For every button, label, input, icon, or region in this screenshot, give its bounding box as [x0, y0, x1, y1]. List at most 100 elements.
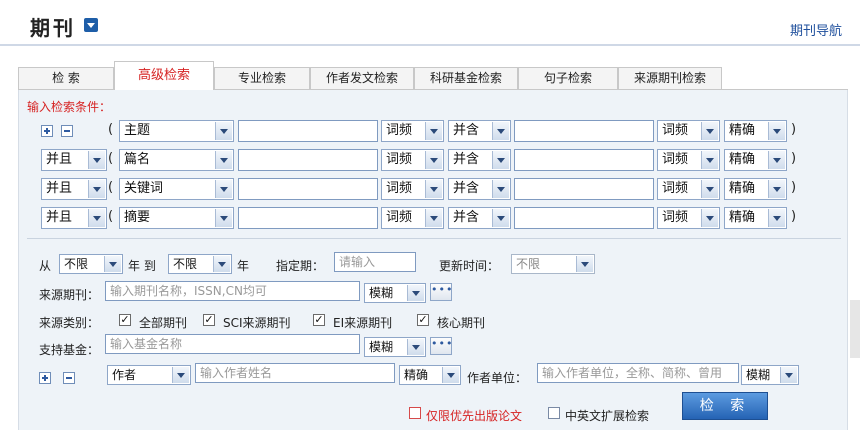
priority-publish-checkbox[interactable] [409, 407, 421, 419]
freq-select-4b[interactable]: 词频 [657, 207, 720, 229]
join-select-4[interactable]: 并含 [448, 207, 511, 229]
add-row-icon[interactable] [41, 125, 53, 137]
close-paren: ) [791, 151, 797, 166]
freq-select-2b[interactable]: 词频 [657, 149, 720, 171]
chevron-down-icon [425, 151, 442, 169]
source-journal-input[interactable] [105, 281, 360, 301]
close-paren: ) [791, 122, 797, 137]
chevron-down-icon [701, 180, 718, 198]
source-match-select[interactable]: 模糊 [364, 283, 426, 303]
tab-basic-search[interactable]: 检 索 [18, 67, 114, 90]
tab-professional-search[interactable]: 专业检索 [214, 67, 310, 90]
logic-select-4[interactable]: 并且 [41, 207, 107, 229]
chevron-down-icon [425, 180, 442, 198]
keyword-input-3a[interactable] [238, 178, 378, 200]
freq-select-1a[interactable]: 词频 [381, 120, 444, 142]
advanced-search-panel: 输入检索条件： ( 主题 词频 并含 词频 精确 ) 并且 ( 篇名 词频 并含… [18, 90, 848, 430]
field-select-1[interactable]: 主题 [119, 120, 234, 142]
chevron-down-icon [492, 122, 509, 140]
conditions-label: 输入检索条件： [27, 100, 112, 114]
field-select-2[interactable]: 篇名 [119, 149, 234, 171]
search-tabs: 检 索 高级检索 专业检索 作者发文检索 科研基金检索 句子检索 来源期刊检索 [18, 61, 848, 91]
fund-match-select[interactable]: 模糊 [364, 337, 426, 357]
logic-select-3[interactable]: 并且 [41, 178, 107, 200]
author-unit-label: 作者单位： [467, 371, 528, 385]
fund-label: 支持基金： [39, 343, 100, 357]
match-select-3[interactable]: 精确 [724, 178, 787, 200]
dropdown-icon[interactable] [84, 18, 98, 32]
all-journals-checkbox[interactable]: ✓ [119, 314, 131, 326]
journal-nav-link[interactable]: 期刊导航 [790, 20, 842, 39]
page-header: 期刊 期刊导航 [0, 0, 860, 46]
chevron-down-icon [768, 151, 785, 169]
ei-label: EI来源期刊 [333, 316, 393, 330]
chevron-down-icon [213, 256, 230, 272]
author-name-input[interactable] [195, 363, 395, 383]
scrollbar[interactable] [850, 300, 860, 358]
tab-advanced-search[interactable]: 高级检索 [114, 61, 214, 91]
chevron-down-icon [215, 122, 232, 140]
all-journals-label: 全部期刊 [139, 316, 188, 330]
match-select-4[interactable]: 精确 [724, 207, 787, 229]
chevron-down-icon [425, 209, 442, 227]
close-paren: ) [791, 180, 797, 195]
sci-checkbox[interactable]: ✓ [203, 314, 215, 326]
keyword-input-4b[interactable] [514, 207, 654, 229]
update-time-select[interactable]: 不限 [511, 254, 595, 274]
freq-select-4a[interactable]: 词频 [381, 207, 444, 229]
fund-input[interactable] [105, 334, 360, 354]
source-browse-button[interactable]: ••• [430, 283, 452, 301]
keyword-input-3b[interactable] [514, 178, 654, 200]
tab-fund-search[interactable]: 科研基金检索 [414, 67, 518, 90]
core-checkbox[interactable]: ✓ [417, 314, 429, 326]
remove-author-icon[interactable] [63, 372, 75, 384]
search-button[interactable]: 检 索 [682, 392, 768, 420]
year-from-select[interactable]: 不限 [59, 254, 123, 274]
match-select-1[interactable]: 精确 [724, 120, 787, 142]
chevron-down-icon [492, 180, 509, 198]
chevron-down-icon [425, 122, 442, 140]
match-select-2[interactable]: 精确 [724, 149, 787, 171]
period-input[interactable] [334, 252, 416, 272]
fund-browse-button[interactable]: ••• [430, 337, 452, 355]
chevron-down-icon [407, 339, 424, 355]
freq-select-2a[interactable]: 词频 [381, 149, 444, 171]
author-field-select[interactable]: 作者 [107, 365, 191, 385]
year-label: 年 [237, 259, 250, 273]
core-label: 核心期刊 [437, 316, 486, 330]
open-paren: ( [108, 209, 114, 224]
field-select-3[interactable]: 关键词 [119, 178, 234, 200]
logic-select-2[interactable]: 并且 [41, 149, 107, 171]
chevron-down-icon [768, 122, 785, 140]
tab-source-journal-search[interactable]: 来源期刊检索 [618, 67, 722, 90]
field-select-4[interactable]: 摘要 [119, 207, 234, 229]
keyword-input-1b[interactable] [514, 120, 654, 142]
join-select-1[interactable]: 并含 [448, 120, 511, 142]
tab-sentence-search[interactable]: 句子检索 [518, 67, 618, 90]
tab-author-search[interactable]: 作者发文检索 [310, 67, 414, 90]
year-to-select[interactable]: 不限 [168, 254, 232, 274]
keyword-input-2a[interactable] [238, 149, 378, 171]
chevron-down-icon [88, 209, 105, 227]
freq-select-1b[interactable]: 词频 [657, 120, 720, 142]
ei-checkbox[interactable]: ✓ [313, 314, 325, 326]
close-paren: ) [791, 209, 797, 224]
author-unit-match-select[interactable]: 模糊 [741, 365, 799, 385]
remove-row-icon[interactable] [61, 125, 73, 137]
keyword-input-1a[interactable] [238, 120, 378, 142]
keyword-input-2b[interactable] [514, 149, 654, 171]
chevron-down-icon [492, 209, 509, 227]
keyword-input-4a[interactable] [238, 207, 378, 229]
author-match-select[interactable]: 精确 [399, 365, 461, 385]
chevron-down-icon [576, 256, 593, 272]
add-author-icon[interactable] [39, 372, 51, 384]
chevron-down-icon [88, 180, 105, 198]
freq-select-3a[interactable]: 词频 [381, 178, 444, 200]
chevron-down-icon [768, 209, 785, 227]
bilingual-expand-checkbox[interactable] [548, 407, 560, 419]
author-unit-input[interactable] [537, 363, 739, 383]
join-select-2[interactable]: 并含 [448, 149, 511, 171]
chevron-down-icon [768, 180, 785, 198]
join-select-3[interactable]: 并含 [448, 178, 511, 200]
freq-select-3b[interactable]: 词频 [657, 178, 720, 200]
